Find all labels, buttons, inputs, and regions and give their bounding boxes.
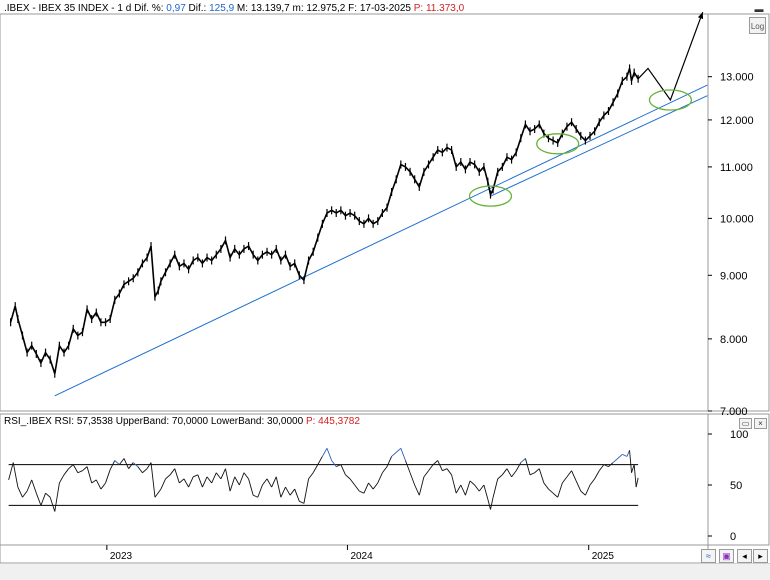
price-tick-label: 13.000 <box>720 72 754 84</box>
dif-value: 125,9 <box>209 3 235 14</box>
chart-canvas[interactable]: 13.00012.00011.00010.0009.0008.0007.000 … <box>0 0 770 579</box>
price-tick-label: 7.000 <box>720 406 748 418</box>
dif-pct-value: 0,97 <box>166 3 186 14</box>
price-tick-label: 11.000 <box>720 162 753 174</box>
lowerband-value: 30,0000 <box>267 416 304 427</box>
price-tick-label: 10.000 <box>720 213 754 225</box>
price-header: .IBEX - IBEX 35 INDEX - 1 d Dif. %: 0,97… <box>4 3 464 15</box>
date-value: 17-03-2025 <box>359 3 411 14</box>
rsi-label: RSI: <box>54 416 75 427</box>
save-icon[interactable]: ▣ <box>719 549 734 563</box>
rsi-panel[interactable] <box>0 413 709 546</box>
date-tick-label: 2025 <box>592 551 615 562</box>
max-label: M: <box>236 3 249 14</box>
date-tick-label: 2023 <box>110 551 133 562</box>
rsi-tick-label: 0 <box>730 531 736 543</box>
rsi-title: RSI_.IBEX <box>4 416 52 427</box>
rsi-minimize-icon[interactable]: ▭ <box>739 418 752 429</box>
scroll-right-icon[interactable]: ▸ <box>753 549 768 563</box>
upperband-label: UpperBand: <box>115 416 170 427</box>
dif-label: Dif.: <box>188 3 207 14</box>
lowerband-label: LowerBand: <box>210 416 265 427</box>
symbol-title: .IBEX - IBEX 35 INDEX - 1 d <box>4 3 132 14</box>
price-tick-label: 8.000 <box>720 334 748 346</box>
price-tick-label: 12.000 <box>720 115 754 127</box>
date-label: F: <box>348 3 358 14</box>
rsi-tick-label: 100 <box>730 429 748 441</box>
rsi-cursor-value: P: 445,3782 <box>305 416 360 427</box>
log-scale-button[interactable]: Log <box>749 17 766 34</box>
wave-tool-icon[interactable]: ≈ <box>701 549 716 563</box>
panel-menu-icon[interactable]: ▬ <box>752 4 766 14</box>
date-tick-label: 2024 <box>350 551 373 562</box>
rsi-close-icon[interactable]: × <box>754 418 767 429</box>
min-value: 12.975,2 <box>306 3 346 14</box>
cursor-price-value: P: 11.373,0 <box>413 3 465 14</box>
rsi-value: 57,3538 <box>76 416 113 427</box>
scroll-left-icon[interactable]: ◂ <box>737 549 752 563</box>
price-tick-label: 9.000 <box>720 270 748 282</box>
chart-window: 13.000 12.000 11.000 10.000 9.000 8.000 7.000 … <box>0 0 770 580</box>
status-bar <box>0 563 770 580</box>
upperband-value: 70,0000 <box>171 416 209 427</box>
min-label: m: <box>292 3 304 14</box>
rsi-header: RSI_.IBEX RSI: 57,3538 UpperBand: 70,000… <box>4 416 360 428</box>
rsi-tick-label: 50 <box>730 480 742 492</box>
price-panel[interactable] <box>0 13 709 412</box>
max-value: 13.139,7 <box>250 3 290 14</box>
dif-pct-label: Dif. %: <box>134 3 164 14</box>
